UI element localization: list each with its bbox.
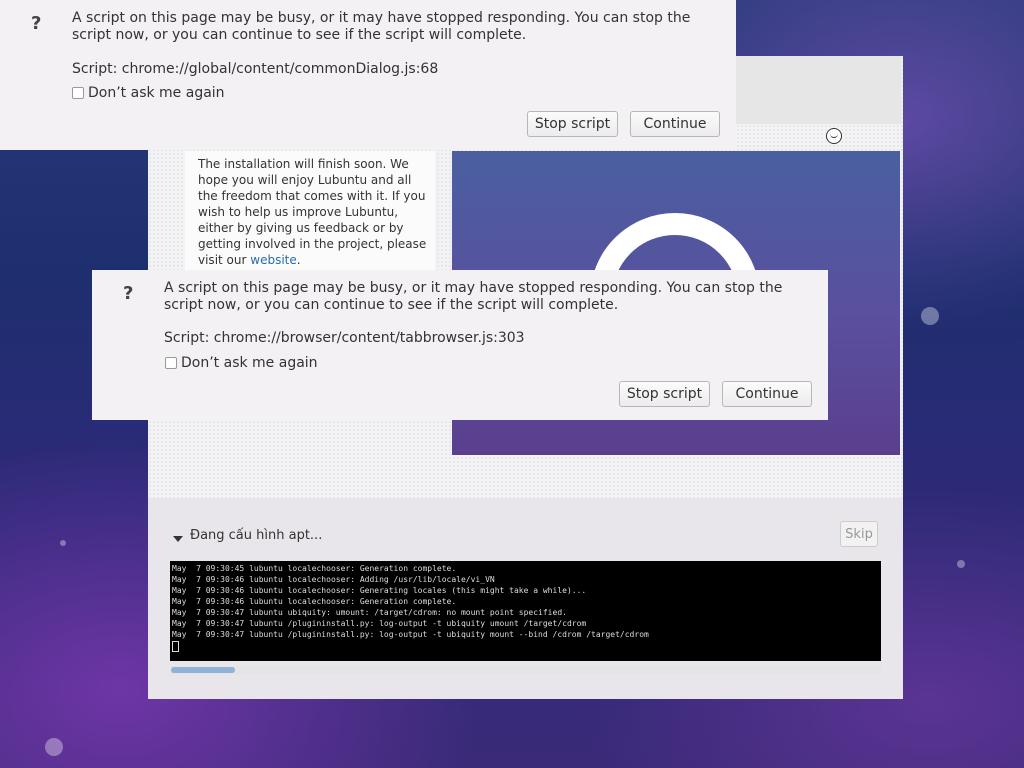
script-busy-dialog-1: ? A script on this page may be busy, or … [0,0,736,150]
slide-text: The installation will finish soon. We ho… [198,156,428,268]
background-star [921,307,939,325]
terminal-line: May 7 09:30:46 lubuntu localechooser: Ge… [172,586,587,595]
dialog-message: A script on this page may be busy, or it… [164,280,783,313]
horizontal-scrollbar[interactable] [170,666,881,674]
terminal-line: May 7 09:30:46 lubuntu localechooser: Ge… [172,597,457,606]
stop-script-button[interactable]: Stop script [527,111,618,137]
progress-label[interactable]: Đang cấu hình apt... [190,528,322,543]
background-star [60,540,66,546]
background-star [45,738,63,756]
dialog-message: A script on this page may be busy, or it… [72,10,691,43]
dialog-script-path: Script: chrome://browser/content/tabbrow… [164,330,525,346]
dont-ask-checkbox-row[interactable]: Don’t ask me again [165,355,318,371]
scrollbar-thumb[interactable] [171,667,235,673]
expander-arrow-icon[interactable] [173,536,183,542]
terminal-line: May 7 09:30:45 lubuntu localechooser: Ge… [172,564,457,573]
skip-button[interactable]: Skip [840,521,878,547]
log-terminal: May 7 09:30:45 lubuntu localechooser: Ge… [170,561,881,661]
terminal-line: May 7 09:30:47 lubuntu /plugininstall.py… [172,630,649,639]
stop-script-button[interactable]: Stop script [619,381,710,407]
slide-text-end: . [296,253,301,267]
continue-button[interactable]: Continue [722,381,812,407]
dont-ask-label[interactable]: Don’t ask me again [88,85,225,101]
slide-body: The installation will finish soon. We ho… [198,157,427,267]
background-star [957,560,965,568]
continue-button[interactable]: Continue [630,111,720,137]
terminal-line: May 7 09:30:47 lubuntu /plugininstall.py… [172,619,587,628]
installer-header-block [736,56,901,124]
terminal-line: May 7 09:30:46 lubuntu localechooser: Ad… [172,575,495,584]
question-icon: ? [31,13,42,34]
dont-ask-label[interactable]: Don’t ask me again [181,355,318,371]
terminal-cursor [172,641,179,652]
terminal-line: May 7 09:30:47 lubuntu ubiquity: umount:… [172,608,567,617]
dialog-script-path: Script: chrome://global/content/commonDi… [72,61,439,77]
dont-ask-checkbox-row[interactable]: Don’t ask me again [72,85,225,101]
question-icon: ? [123,283,134,304]
dont-ask-checkbox[interactable] [72,87,84,99]
website-link[interactable]: website [250,253,297,267]
dont-ask-checkbox[interactable] [165,357,177,369]
busy-cursor-icon [826,128,842,144]
script-busy-dialog-2: ? A script on this page may be busy, or … [92,270,828,420]
